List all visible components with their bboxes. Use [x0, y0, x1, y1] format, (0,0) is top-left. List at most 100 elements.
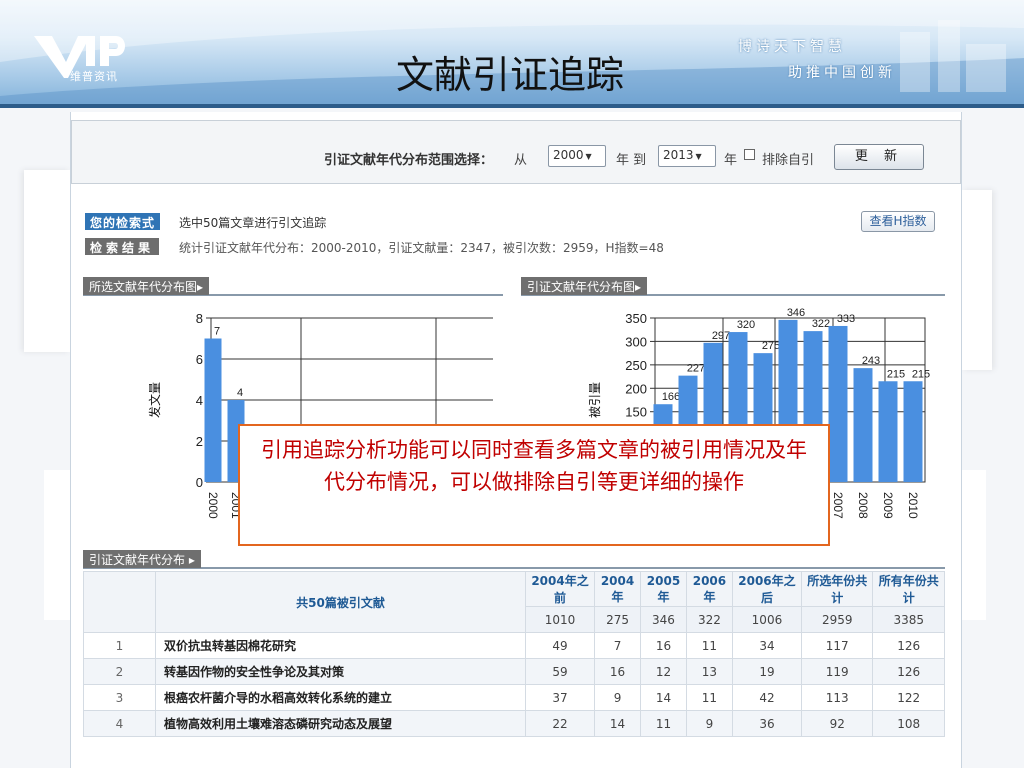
table-panel-tab[interactable]: 引证文献年代分布 ▸: [83, 550, 201, 568]
right-panel-tab[interactable]: 引证文献年代分布图▸: [521, 277, 648, 295]
range-label: 引证文献年代分布范围选择：: [324, 153, 494, 168]
citation-count-cell: 37: [524, 684, 596, 711]
exclude-self-citation-checkbox[interactable]: [744, 149, 755, 160]
dropdown-arrow-icon: ▼: [585, 152, 592, 161]
year-column-header: 2004年之前: [524, 571, 596, 607]
result-tag: 检索结果: [85, 238, 160, 255]
query-text: 选中50篇文章进行引文追踪: [179, 216, 327, 230]
citation-count-cell: 7: [594, 632, 642, 659]
citation-count-cell: 12: [640, 658, 687, 685]
total-cell: 2959: [800, 606, 874, 633]
citation-count-cell: 13: [685, 658, 733, 685]
right-panel-title: 引证文献年代分布图: [527, 280, 636, 294]
bar: [828, 325, 848, 482]
callout-note: 引用追踪分析功能可以同时查看多篇文章的被引用情况及年代分布情况，可以做排除自引等…: [238, 424, 830, 546]
year-column-header: 2006年之后: [731, 571, 802, 607]
y-tick-label: 6: [196, 352, 203, 367]
arrow-right-icon: ▸: [197, 280, 204, 294]
citation-count-cell: 113: [800, 684, 874, 711]
query-tag: 您的检索式: [85, 213, 161, 230]
data-label: 7: [214, 326, 220, 338]
citation-count-cell: 34: [731, 632, 802, 659]
paper-title-link[interactable]: 双价抗虫转基因棉花研究: [155, 632, 526, 659]
data-label: 297: [712, 330, 730, 342]
slogan-line-2: 助推中国创新: [788, 65, 896, 81]
total-cell: 3385: [872, 606, 945, 633]
data-label: 243: [862, 355, 880, 367]
data-label: 166: [662, 391, 680, 403]
citation-count-cell: 11: [685, 632, 733, 659]
from-year-select[interactable]: 2000 ▼: [548, 145, 606, 167]
table-header-row: 共50篇被引文献 2004年之前 2004年 2005年 2006年 2006年之后 所选年…: [83, 571, 945, 633]
to-year-value: 2013: [663, 148, 694, 162]
x-tick-label: 2009: [881, 492, 895, 519]
citation-count-cell: 16: [594, 658, 642, 685]
citation-count-cell: 14: [640, 684, 687, 711]
title-column-header: 共50篇被引文献: [155, 571, 526, 633]
update-button[interactable]: 更 新: [834, 144, 924, 170]
citation-count-cell: 9: [685, 710, 733, 737]
background-card: [962, 470, 986, 620]
citation-count-cell: 11: [640, 710, 687, 737]
building-decoration: [900, 20, 1006, 92]
right-panel-header: 引证文献年代分布图▸: [521, 276, 945, 296]
exclude-label: 排除自引: [762, 153, 815, 168]
y-tick-label: 8: [196, 311, 203, 326]
year-column-header: 2006年: [685, 571, 733, 607]
arrow-right-icon: ▸: [188, 553, 195, 567]
total-cell: 322: [685, 606, 733, 633]
data-label: 346: [787, 307, 805, 319]
slide: 维普资讯 文献引证追踪 博诗天下智慧 助推中国创新 引证文献年代分布范围选择： …: [0, 0, 1024, 768]
citation-count-cell: 126: [872, 632, 945, 659]
x-tick-label: 2010: [906, 492, 920, 519]
y-tick-label: 150: [625, 405, 647, 420]
background-card: [24, 170, 70, 352]
slogan-line-1: 博诗天下智慧: [738, 39, 846, 55]
year-column-header: 所选年份共计: [800, 571, 874, 607]
arrow-right-icon: ▸: [635, 280, 642, 294]
citation-count-cell: 108: [872, 710, 945, 737]
table-row: 1 双价抗虫转基因棉花研究 49 7 16 11 34 117 126: [83, 632, 945, 659]
year-column-header: 2005年: [640, 571, 687, 607]
paper-title-link[interactable]: 植物高效利用土壤难溶态磷研究动态及展望: [155, 710, 526, 737]
data-label: 215: [912, 368, 930, 380]
paper-title-link[interactable]: 根癌农杆菌介导的水稻高效转化系统的建立: [155, 684, 526, 711]
y-tick-label: 250: [625, 358, 647, 373]
citation-count-cell: 126: [872, 658, 945, 685]
total-cell: 275: [594, 606, 642, 633]
from-year-value: 2000: [553, 148, 584, 162]
data-label: 227: [687, 363, 705, 375]
data-label: 322: [812, 318, 830, 330]
total-cell: 1010: [524, 606, 596, 633]
citation-count-cell: 16: [640, 632, 687, 659]
data-label: 215: [887, 368, 905, 380]
citation-count-cell: 42: [731, 684, 802, 711]
header-underline: [0, 104, 1024, 108]
data-label: 275: [762, 340, 780, 352]
total-cell: 346: [640, 606, 687, 633]
dropdown-arrow-icon: ▼: [695, 152, 702, 161]
background-card: [44, 470, 70, 620]
citation-count-cell: 22: [524, 710, 596, 737]
bar: [204, 338, 222, 482]
table-row: 2 转基因作物的安全性争论及其对策 59 16 12 13 19 119 126: [83, 658, 945, 685]
view-h-index-button[interactable]: 查看H指数: [861, 211, 935, 232]
to-year-select[interactable]: 2013 ▼: [658, 145, 716, 167]
citation-count-cell: 117: [800, 632, 874, 659]
y-tick-label: 2: [196, 434, 203, 449]
table-row: 4 植物高效利用土壤难溶态磷研究动态及展望 22 14 11 9 36 92 108: [83, 710, 945, 737]
data-label: 333: [837, 313, 855, 325]
table-row: 3 根癌农杆菌介导的水稻高效转化系统的建立 37 9 14 11 42 113 122: [83, 684, 945, 711]
header-banner: 维普资讯 文献引证追踪 博诗天下智慧 助推中国创新: [0, 0, 1024, 108]
x-tick-label: 2008: [856, 492, 870, 519]
citation-year-table: 共50篇被引文献 2004年之前 2004年 2005年 2006年 2006年之后 所选年…: [83, 571, 945, 737]
citation-count-cell: 59: [524, 658, 596, 685]
year-text: 年: [724, 153, 738, 168]
left-panel-tab[interactable]: 所选文献年代分布图▸: [83, 277, 210, 295]
y-tick-label: 350: [625, 311, 647, 326]
y-axis-label: 发文量: [147, 382, 162, 418]
from-text: 从: [514, 153, 528, 168]
paper-title-link[interactable]: 转基因作物的安全性争论及其对策: [155, 658, 526, 685]
y-tick-label: 4: [196, 393, 203, 408]
data-label: 320: [737, 319, 755, 331]
